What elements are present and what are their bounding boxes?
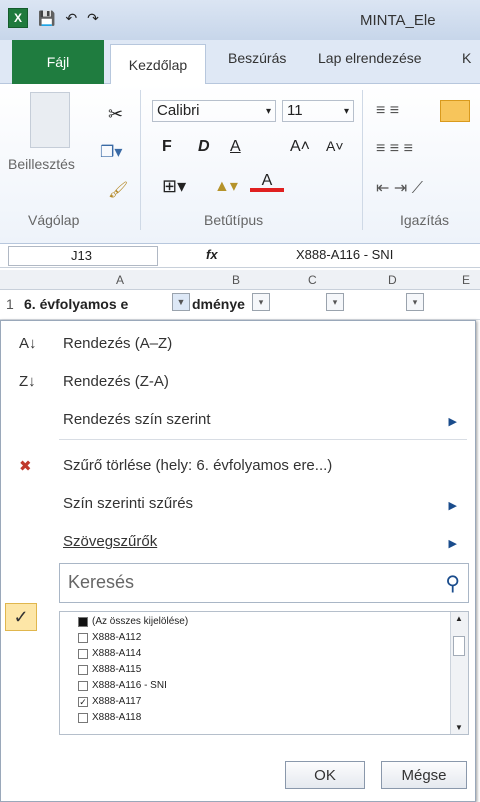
list-item[interactable]: X888-A115: [78, 664, 141, 675]
row-number: 1: [6, 296, 14, 312]
tab-page-layout[interactable]: Lap elrendezése: [318, 50, 422, 66]
formula-bar: J13 fx X888-A116 - SNI: [0, 244, 480, 268]
formula-value[interactable]: X888-A116 - SNI: [296, 247, 393, 262]
ribbon-tabs: Fájl Kezdőlap Beszúrás Lap elrendezése K: [0, 40, 480, 84]
cell-a1[interactable]: 6. évfolyamos e: [24, 296, 128, 312]
align-top-icon[interactable]: ≡ ≡: [376, 102, 399, 120]
grow-font-icon[interactable]: A˄: [290, 138, 310, 156]
row-1: 1 6. évfolyamos e ▼ dménye ▾ ▾ ▾: [0, 290, 480, 320]
col-header-d[interactable]: D: [388, 273, 397, 287]
list-item[interactable]: X888-A114: [78, 648, 141, 659]
filter-by-color-item[interactable]: Szín szerinti szűrés: [63, 495, 193, 512]
cancel-button[interactable]: Mégse: [381, 761, 467, 789]
submenu-arrow-icon: ▶: [448, 538, 457, 550]
paste-label[interactable]: Beillesztés: [8, 156, 75, 172]
sort-az-item[interactable]: Rendezés (A–Z): [63, 335, 172, 352]
tab-insert[interactable]: Beszúrás: [228, 50, 286, 66]
align-left-icon[interactable]: ≡ ≡ ≡: [376, 140, 413, 158]
submenu-arrow-icon: ▶: [448, 416, 457, 428]
name-box[interactable]: J13: [8, 246, 158, 266]
redo-icon[interactable]: ↷: [87, 10, 99, 27]
clear-filter-icon: ✖: [19, 458, 32, 475]
filter-value-list[interactable]: (Az összes kijelölése) X888-A112 X888-A1…: [59, 611, 469, 735]
col-header-a[interactable]: A: [116, 273, 124, 287]
column-headers: A B C D E: [0, 270, 480, 290]
submenu-arrow-icon: ▶: [448, 500, 457, 512]
ribbon: Beillesztés ✂ ❐▾ 🖌 Calibri ▾ 11 ▾ F D A A˄…: [0, 84, 480, 244]
excel-logo-icon: X: [8, 8, 28, 28]
col-header-b[interactable]: B: [232, 273, 240, 287]
format-painter-icon[interactable]: 🖌: [108, 180, 128, 200]
checkbox[interactable]: [78, 712, 88, 723]
list-item[interactable]: (Az összes kijelölése): [78, 616, 188, 627]
filter-dropdown-d-icon[interactable]: ▾: [406, 293, 424, 311]
paste-icon[interactable]: [30, 92, 70, 148]
borders-icon[interactable]: ⊞▾: [162, 176, 186, 197]
sort-by-color-item[interactable]: Rendezés szín szerint: [63, 411, 211, 428]
align-bottom-icon[interactable]: [440, 100, 470, 122]
checkbox-partial[interactable]: [78, 616, 88, 627]
italic-button[interactable]: D: [198, 138, 210, 156]
sort-za-item[interactable]: Rendezés (Z-A): [63, 373, 169, 390]
fx-icon[interactable]: fx: [206, 247, 218, 262]
checkbox[interactable]: [78, 632, 88, 643]
save-icon[interactable]: 💾: [38, 10, 55, 27]
search-input[interactable]: Keresés ⚲: [59, 563, 469, 603]
list-scrollbar[interactable]: ▲ ▼: [450, 612, 468, 734]
list-item[interactable]: X888-A112: [78, 632, 141, 643]
fill-color-icon[interactable]: ▲▾: [214, 176, 238, 196]
font-size-select[interactable]: 11 ▾: [282, 100, 354, 122]
sort-az-icon: A↓: [19, 335, 37, 352]
copy-icon[interactable]: ❐▾: [100, 142, 122, 162]
indent-icon[interactable]: ⇤ ⇥ ⟋: [376, 178, 423, 198]
undo-icon[interactable]: ↶: [65, 10, 77, 27]
bold-button[interactable]: F: [162, 138, 172, 156]
font-color-icon[interactable]: A: [250, 172, 284, 192]
filter-dropdown-c-icon[interactable]: ▾: [326, 293, 344, 311]
filter-dropdown-b-icon[interactable]: ▾: [252, 293, 270, 311]
col-header-c[interactable]: C: [308, 273, 317, 287]
text-filters-item[interactable]: Szövegszűrők: [63, 533, 157, 550]
checkmark-icon: ✓: [5, 603, 37, 631]
checkbox[interactable]: [78, 680, 88, 691]
sort-za-icon: Z↓: [19, 373, 36, 390]
clipboard-group-label: Vágólap: [28, 212, 80, 228]
clear-filter-item[interactable]: Szűrő törlése (hely: 6. évfolyamos ere..…: [63, 457, 332, 474]
list-item[interactable]: X888-A118: [78, 712, 141, 723]
font-name-select[interactable]: Calibri ▾: [152, 100, 276, 122]
underline-button[interactable]: A: [230, 138, 241, 156]
tab-home[interactable]: Kezdőlap: [110, 44, 206, 84]
list-item[interactable]: ✓ X888-A117: [78, 696, 141, 707]
font-group-label: Betűtípus: [204, 212, 264, 228]
window-title: MINTA_Ele: [360, 12, 436, 29]
checkbox-checked[interactable]: ✓: [78, 696, 88, 707]
checkbox[interactable]: [78, 648, 88, 659]
scroll-thumb[interactable]: [453, 636, 465, 656]
shrink-font-icon[interactable]: A˅: [326, 138, 344, 154]
ok-button[interactable]: OK: [285, 761, 365, 789]
title-bar: X 💾 ↶ ↷ MINTA_Ele: [0, 0, 480, 40]
autofilter-menu: A↓ Rendezés (A–Z) Z↓ Rendezés (Z-A) Rend…: [0, 320, 476, 802]
tab-file[interactable]: Fájl: [12, 40, 104, 84]
tab-more[interactable]: K: [462, 50, 471, 66]
cut-icon[interactable]: ✂: [108, 104, 123, 125]
alignment-group-label: Igazítás: [400, 212, 450, 228]
cell-a1-continued[interactable]: dménye: [192, 296, 245, 312]
scroll-up-icon[interactable]: ▲: [455, 614, 463, 623]
checkbox[interactable]: [78, 664, 88, 675]
filter-dropdown-active-icon[interactable]: ▼: [172, 293, 190, 311]
search-icon[interactable]: ⚲: [445, 571, 460, 596]
scroll-down-icon[interactable]: ▼: [455, 723, 463, 732]
list-item[interactable]: X888-A116 - SNI: [78, 680, 167, 691]
col-header-e[interactable]: E: [462, 273, 470, 287]
